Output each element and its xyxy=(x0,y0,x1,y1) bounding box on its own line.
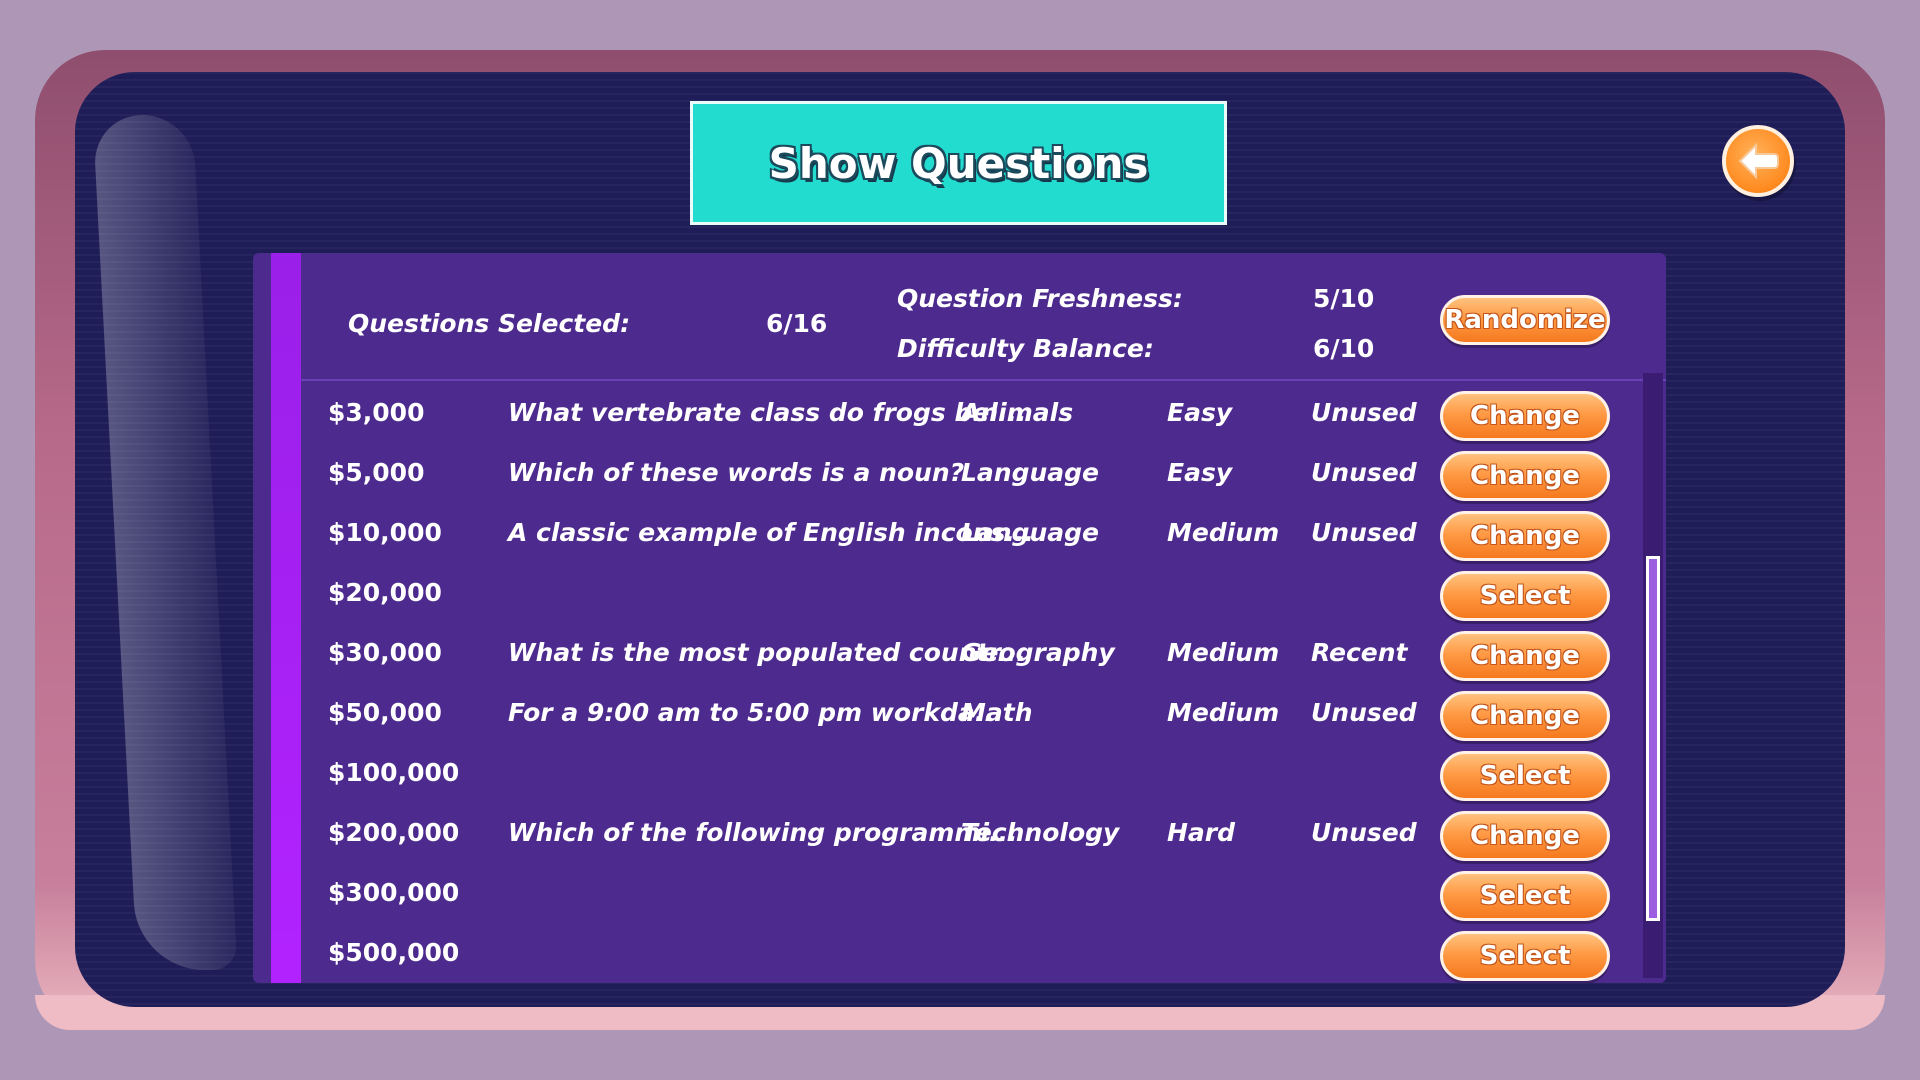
question-difficulty: Medium xyxy=(1167,638,1280,667)
question-row: $30,000 What is the most populated countr… xyxy=(301,626,1626,686)
prize-amount: $500,000 xyxy=(328,938,460,967)
question-text: What vertebrate class do frogs bel... xyxy=(508,398,1027,427)
select-button[interactable]: Select xyxy=(1440,571,1610,621)
question-row: $300,000 Select xyxy=(301,866,1626,926)
change-button[interactable]: Change xyxy=(1440,451,1610,501)
prize-amount: $5,000 xyxy=(328,458,425,487)
question-row: $3,000 What vertebrate class do frogs bel… xyxy=(301,386,1626,446)
balance-label: Difficulty Balance: xyxy=(897,334,1154,363)
scrollbar-thumb[interactable] xyxy=(1646,556,1660,921)
question-status: Unused xyxy=(1311,458,1417,487)
question-category: Language xyxy=(961,518,1100,547)
question-category: Geography xyxy=(961,638,1115,667)
page-title: Show Questions xyxy=(768,138,1149,188)
prize-amount: $100,000 xyxy=(328,758,460,787)
randomize-button[interactable]: Randomize xyxy=(1440,295,1610,345)
question-status: Recent xyxy=(1311,638,1408,667)
question-row: $10,000 A classic example of English inco… xyxy=(301,506,1626,566)
question-status: Unused xyxy=(1311,518,1417,547)
question-status: Unused xyxy=(1311,398,1417,427)
prize-amount: $30,000 xyxy=(328,638,442,667)
back-arrow-icon xyxy=(1738,142,1779,180)
question-difficulty: Easy xyxy=(1167,458,1233,487)
question-text: Which of the following programmi... xyxy=(508,818,1018,847)
change-button[interactable]: Change xyxy=(1440,691,1610,741)
question-difficulty: Medium xyxy=(1167,518,1280,547)
question-text: For a 9:00 am to 5:00 pm workda... xyxy=(508,698,1004,727)
questions-selected-label: Questions Selected: xyxy=(348,309,631,338)
select-button[interactable]: Select xyxy=(1440,871,1610,921)
question-category: Math xyxy=(961,698,1033,727)
select-button[interactable]: Select xyxy=(1440,751,1610,801)
question-row: $200,000 Which of the following programmi… xyxy=(301,806,1626,866)
question-difficulty: Hard xyxy=(1167,818,1236,847)
change-button[interactable]: Change xyxy=(1440,391,1610,441)
question-status: Unused xyxy=(1311,698,1417,727)
questions-panel: Questions Selected: 6/16 Question Freshn… xyxy=(253,253,1666,983)
prize-amount: $200,000 xyxy=(328,818,460,847)
freshness-label: Question Freshness: xyxy=(897,284,1183,313)
freshness-value: 5/10 xyxy=(1313,284,1375,313)
question-text: Which of these words is a noun? xyxy=(508,458,965,487)
title-banner: Show Questions xyxy=(690,101,1227,225)
question-row: $50,000 For a 9:00 am to 5:00 pm workda..… xyxy=(301,686,1626,746)
prize-amount: $20,000 xyxy=(328,578,442,607)
question-difficulty: Medium xyxy=(1167,698,1280,727)
change-button[interactable]: Change xyxy=(1440,631,1610,681)
question-text: A classic example of English incons... xyxy=(508,518,1034,547)
question-category: Language xyxy=(961,458,1100,487)
back-button[interactable] xyxy=(1722,125,1794,197)
question-category: Animals xyxy=(961,398,1074,427)
select-button[interactable]: Select xyxy=(1440,931,1610,981)
prize-amount: $50,000 xyxy=(328,698,442,727)
question-status: Unused xyxy=(1311,818,1417,847)
question-difficulty: Easy xyxy=(1167,398,1233,427)
question-row: $20,000 Select xyxy=(301,566,1626,626)
question-row: $100,000 Select xyxy=(301,746,1626,806)
change-button[interactable]: Change xyxy=(1440,811,1610,861)
change-button[interactable]: Change xyxy=(1440,511,1610,561)
question-text: What is the most populated countr... xyxy=(508,638,1026,667)
panel-accent-stripe xyxy=(271,253,301,983)
prize-amount: $3,000 xyxy=(328,398,425,427)
prize-amount: $300,000 xyxy=(328,878,460,907)
question-category: Technology xyxy=(961,818,1120,847)
prize-amount: $10,000 xyxy=(328,518,442,547)
questions-selected-value: 6/16 xyxy=(766,309,828,338)
question-row: $5,000 Which of these words is a noun? Lan… xyxy=(301,446,1626,506)
balance-value: 6/10 xyxy=(1313,334,1375,363)
question-row: $500,000 Select xyxy=(301,926,1626,983)
summary-header: Questions Selected: 6/16 Question Freshn… xyxy=(301,253,1666,381)
